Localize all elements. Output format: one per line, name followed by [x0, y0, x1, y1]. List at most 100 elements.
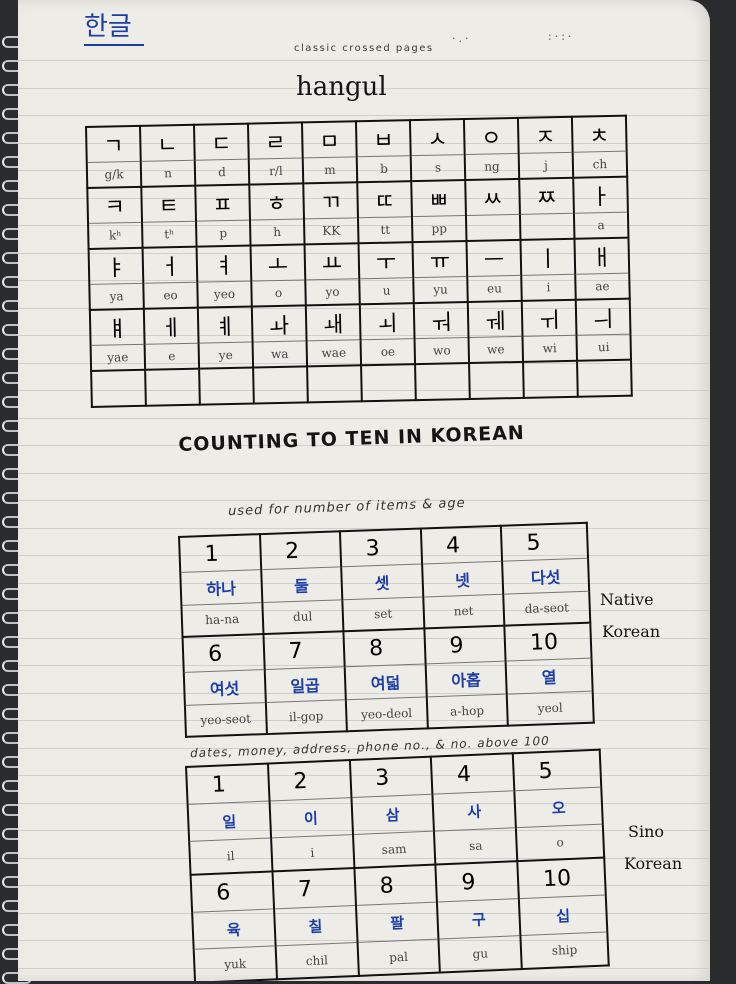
- number-cell: 6: [182, 634, 265, 673]
- romanization-cell: u: [359, 277, 414, 305]
- number-cell: 7: [272, 868, 356, 909]
- number-cell: 10: [504, 622, 592, 662]
- romanization-cell: yeo-deol: [345, 696, 428, 732]
- romanization-cell: b: [356, 155, 412, 183]
- hangul-glyph-cell: ㄸ: [357, 181, 413, 218]
- korean-number-cell: 십: [518, 894, 608, 936]
- romanization-cell: sam: [352, 831, 436, 869]
- number-cell: 3: [339, 528, 422, 567]
- number-cell: 3: [349, 756, 433, 798]
- korean-number-cell: 오: [514, 787, 603, 828]
- number-cell: 1: [186, 763, 270, 805]
- romanization-cell: d: [194, 159, 250, 186]
- korean-number-cell: 셋: [341, 564, 423, 600]
- hangul-glyph-cell: ㅎ: [249, 183, 304, 221]
- empty-cell: [469, 361, 524, 400]
- romanization-cell: dul: [261, 599, 344, 635]
- number-cell: 10: [517, 857, 606, 899]
- hangul-glyph-cell: ㅌ: [141, 185, 196, 223]
- romanization-cell: we: [468, 336, 524, 364]
- hangul-glyph-cell: ㅖ: [197, 306, 253, 344]
- hangul-table: ㄱㄴㄷㄹㅁㅂㅅㅇㅈㅊ g/k n d r/l m b s ng j ch ㅋㅌㅍㅎㄲㄸㅃㅆㅉㅏ kʰ tʰ…: [85, 115, 633, 408]
- hangul-glyph-cell: ㄴ: [140, 124, 195, 162]
- korean-number-cell: 열: [505, 658, 593, 695]
- hangul-glyph-cell: ㄹ: [247, 122, 303, 160]
- ruled-line: [18, 527, 710, 529]
- hangul-glyph-cell: ㅒ: [89, 308, 145, 346]
- ruled-line: [18, 417, 710, 419]
- romanization-cell: yu: [413, 276, 468, 304]
- korean-number-cell: 일: [187, 801, 271, 842]
- hangul-glyph-cell: ㅁ: [301, 121, 357, 158]
- romanization-cell: eu: [467, 275, 522, 303]
- romanization-cell: wi: [522, 335, 577, 362]
- hangul-glyph-cell: ㅛ: [304, 243, 360, 280]
- hangul-glyph-cell: ㅠ: [412, 241, 468, 278]
- romanization-cell: yo: [305, 278, 360, 306]
- romanization-cell: e: [144, 343, 200, 370]
- romanization-cell: yae: [90, 344, 146, 371]
- hangul-glyph-cell: ㅚ: [359, 303, 415, 340]
- romanization-cell: [466, 214, 521, 242]
- romanization-cell: ship: [520, 931, 609, 970]
- header-korean-title: 한글: [84, 12, 132, 42]
- ruled-line: [18, 472, 710, 474]
- romanization-cell: set: [342, 596, 424, 632]
- korean-number-cell: 여덟: [344, 663, 427, 700]
- korean-number-cell: 일곱: [264, 666, 346, 703]
- romanization-cell: wae: [306, 339, 362, 367]
- hangul-glyph-cell: ㅢ: [575, 298, 631, 336]
- romanization-cell: pp: [412, 215, 467, 243]
- korean-number-cell: 팔: [355, 902, 439, 943]
- hangul-glyph-cell: ㅍ: [195, 184, 250, 222]
- number-cell: 4: [420, 525, 503, 565]
- ruled-line: [18, 60, 710, 61]
- hangul-glyph-cell: ㅉ: [519, 177, 574, 215]
- romanization-cell: oe: [360, 338, 416, 366]
- romanization-cell: wo: [414, 337, 470, 365]
- number-cell: 9: [423, 625, 506, 664]
- romanization-cell: s: [410, 154, 466, 182]
- number-cell: 1: [179, 534, 261, 573]
- hangul-glyph-cell: ㅟ: [521, 299, 577, 337]
- sino-side-label: Sino: [628, 822, 665, 841]
- empty-cell: [199, 367, 254, 405]
- romanization-cell: tʰ: [142, 221, 197, 248]
- empty-cell: [91, 369, 146, 407]
- romanization-cell: o: [515, 824, 605, 862]
- romanization-cell: sa: [434, 827, 518, 865]
- number-cell: 8: [343, 628, 426, 667]
- number-cell: 5: [512, 749, 602, 791]
- native-side-label: Native: [600, 590, 654, 609]
- korean-number-cell: 둘: [260, 566, 343, 603]
- number-cell: 4: [431, 753, 515, 795]
- romanization-cell: kʰ: [88, 222, 143, 249]
- hangul-glyph-cell: ㅊ: [571, 115, 627, 153]
- romanization-cell: g/k: [86, 161, 142, 188]
- romanization-cell: gu: [438, 935, 522, 973]
- romanization-cell: m: [302, 156, 358, 184]
- hangul-glyph-cell: ㅕ: [196, 245, 252, 283]
- romanization-cell: tt: [358, 216, 413, 244]
- romanization-cell: eo: [143, 282, 198, 309]
- romanization-cell: n: [140, 160, 196, 187]
- romanization-cell: a: [573, 212, 629, 239]
- romanization-cell: chil: [275, 942, 359, 980]
- romanization-cell: il-gop: [265, 699, 347, 735]
- empty-cell: [415, 363, 470, 401]
- hangul-glyph-cell: ㅏ: [573, 176, 628, 214]
- page-title: hangul: [296, 72, 387, 102]
- romanization-cell: i: [521, 274, 576, 301]
- korean-number-cell: 넷: [421, 561, 504, 597]
- korean-number-cell: 사: [432, 790, 516, 832]
- hangul-glyph-cell: ㅓ: [142, 246, 198, 284]
- number-cell: 2: [267, 760, 351, 802]
- hangul-glyph-cell: ㄲ: [303, 182, 359, 219]
- number-cell: 7: [262, 631, 345, 670]
- hangul-glyph-cell: ㅣ: [520, 238, 576, 276]
- decorative-dots: :·:·: [548, 30, 575, 43]
- romanization-cell: ng: [464, 153, 520, 181]
- romanization-cell: yeol: [506, 691, 594, 726]
- korean-number-cell: 아홉: [425, 661, 507, 697]
- korean-number-cell: 하나: [180, 569, 262, 606]
